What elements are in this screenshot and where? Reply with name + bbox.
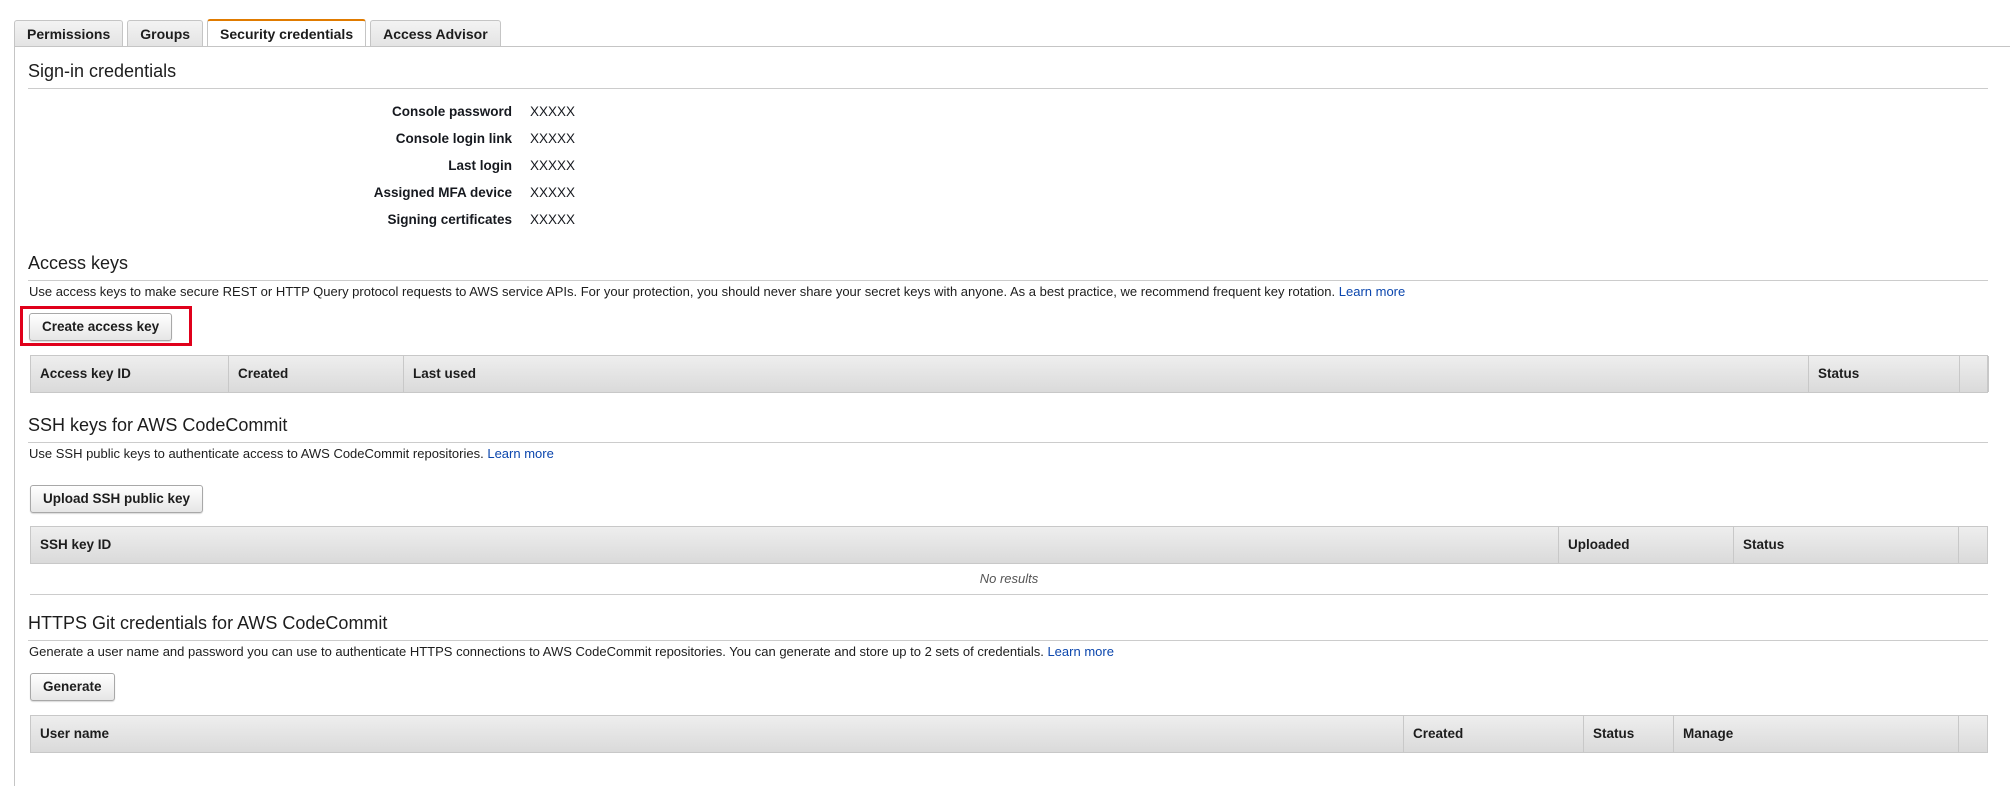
column-created[interactable]: Created	[229, 356, 404, 392]
access-keys-description-text: Use access keys to make secure REST or H…	[29, 284, 1336, 299]
column-manage[interactable]: Manage	[1674, 716, 1959, 752]
mfa-device-value: XXXXX	[530, 185, 576, 200]
access-keys-description: Use access keys to make secure REST or H…	[29, 284, 1405, 299]
column-user-name[interactable]: User name	[31, 716, 1404, 752]
column-uploaded[interactable]: Uploaded	[1559, 527, 1734, 563]
ssh-keys-table-bottom	[30, 594, 1988, 595]
column-ssh-key-id[interactable]: SSH key ID	[31, 527, 1559, 563]
column-git-created[interactable]: Created	[1404, 716, 1584, 752]
last-login-value: XXXXX	[530, 158, 576, 173]
column-git-settings	[1959, 716, 1989, 752]
column-ssh-settings	[1959, 527, 1989, 563]
ssh-keys-empty-message: No results	[979, 571, 1039, 586]
create-access-key-button[interactable]: Create access key	[29, 313, 173, 341]
ssh-keys-learn-more-link[interactable]: Learn more	[487, 446, 553, 461]
access-keys-table-header: Access key ID Created Last used Status	[30, 355, 1989, 393]
panel-border	[14, 46, 15, 786]
https-git-section-title: HTTPS Git credentials for AWS CodeCommit	[28, 613, 1988, 641]
https-git-description: Generate a user name and password you ca…	[29, 644, 1114, 659]
ssh-keys-description: Use SSH public keys to authenticate acce…	[29, 446, 554, 461]
access-keys-learn-more-link[interactable]: Learn more	[1339, 284, 1405, 299]
https-git-table-header: User name Created Status Manage	[30, 715, 1988, 753]
ssh-keys-description-text: Use SSH public keys to authenticate acce…	[29, 446, 484, 461]
tab-access-advisor[interactable]: Access Advisor	[370, 20, 501, 47]
tab-groups[interactable]: Groups	[127, 20, 204, 47]
https-git-description-text: Generate a user name and password you ca…	[29, 644, 1044, 659]
mfa-device-label: Assigned MFA device	[373, 185, 512, 200]
access-keys-section-title: Access keys	[28, 253, 1988, 281]
column-last-used[interactable]: Last used	[404, 356, 1809, 392]
tab-security-credentials[interactable]: Security credentials	[207, 19, 367, 47]
tab-divider	[14, 46, 2010, 47]
column-access-key-id[interactable]: Access key ID	[31, 356, 229, 392]
column-settings	[1959, 356, 1989, 392]
console-password-label: Console password	[391, 104, 512, 119]
https-git-learn-more-link[interactable]: Learn more	[1047, 644, 1113, 659]
ssh-keys-table-header: SSH key ID Uploaded Status	[30, 526, 1988, 564]
signin-section-title: Sign-in credentials	[28, 61, 1988, 89]
signing-certificates-value: XXXXX	[530, 212, 576, 227]
column-git-status[interactable]: Status	[1584, 716, 1674, 752]
last-login-label: Last login	[448, 158, 512, 173]
upload-ssh-public-key-button[interactable]: Upload SSH public key	[30, 485, 204, 513]
console-password-value: XXXXX	[530, 104, 576, 119]
signing-certificates-label: Signing certificates	[387, 212, 512, 227]
ssh-keys-section-title: SSH keys for AWS CodeCommit	[28, 415, 1988, 443]
tab-permissions[interactable]: Permissions	[14, 20, 124, 47]
tab-bar: Permissions Groups Security credentials …	[14, 19, 501, 47]
console-login-link-value: XXXXX	[530, 131, 576, 146]
console-login-link-label: Console login link	[395, 131, 512, 146]
generate-button[interactable]: Generate	[30, 673, 115, 701]
column-ssh-status[interactable]: Status	[1734, 527, 1959, 563]
